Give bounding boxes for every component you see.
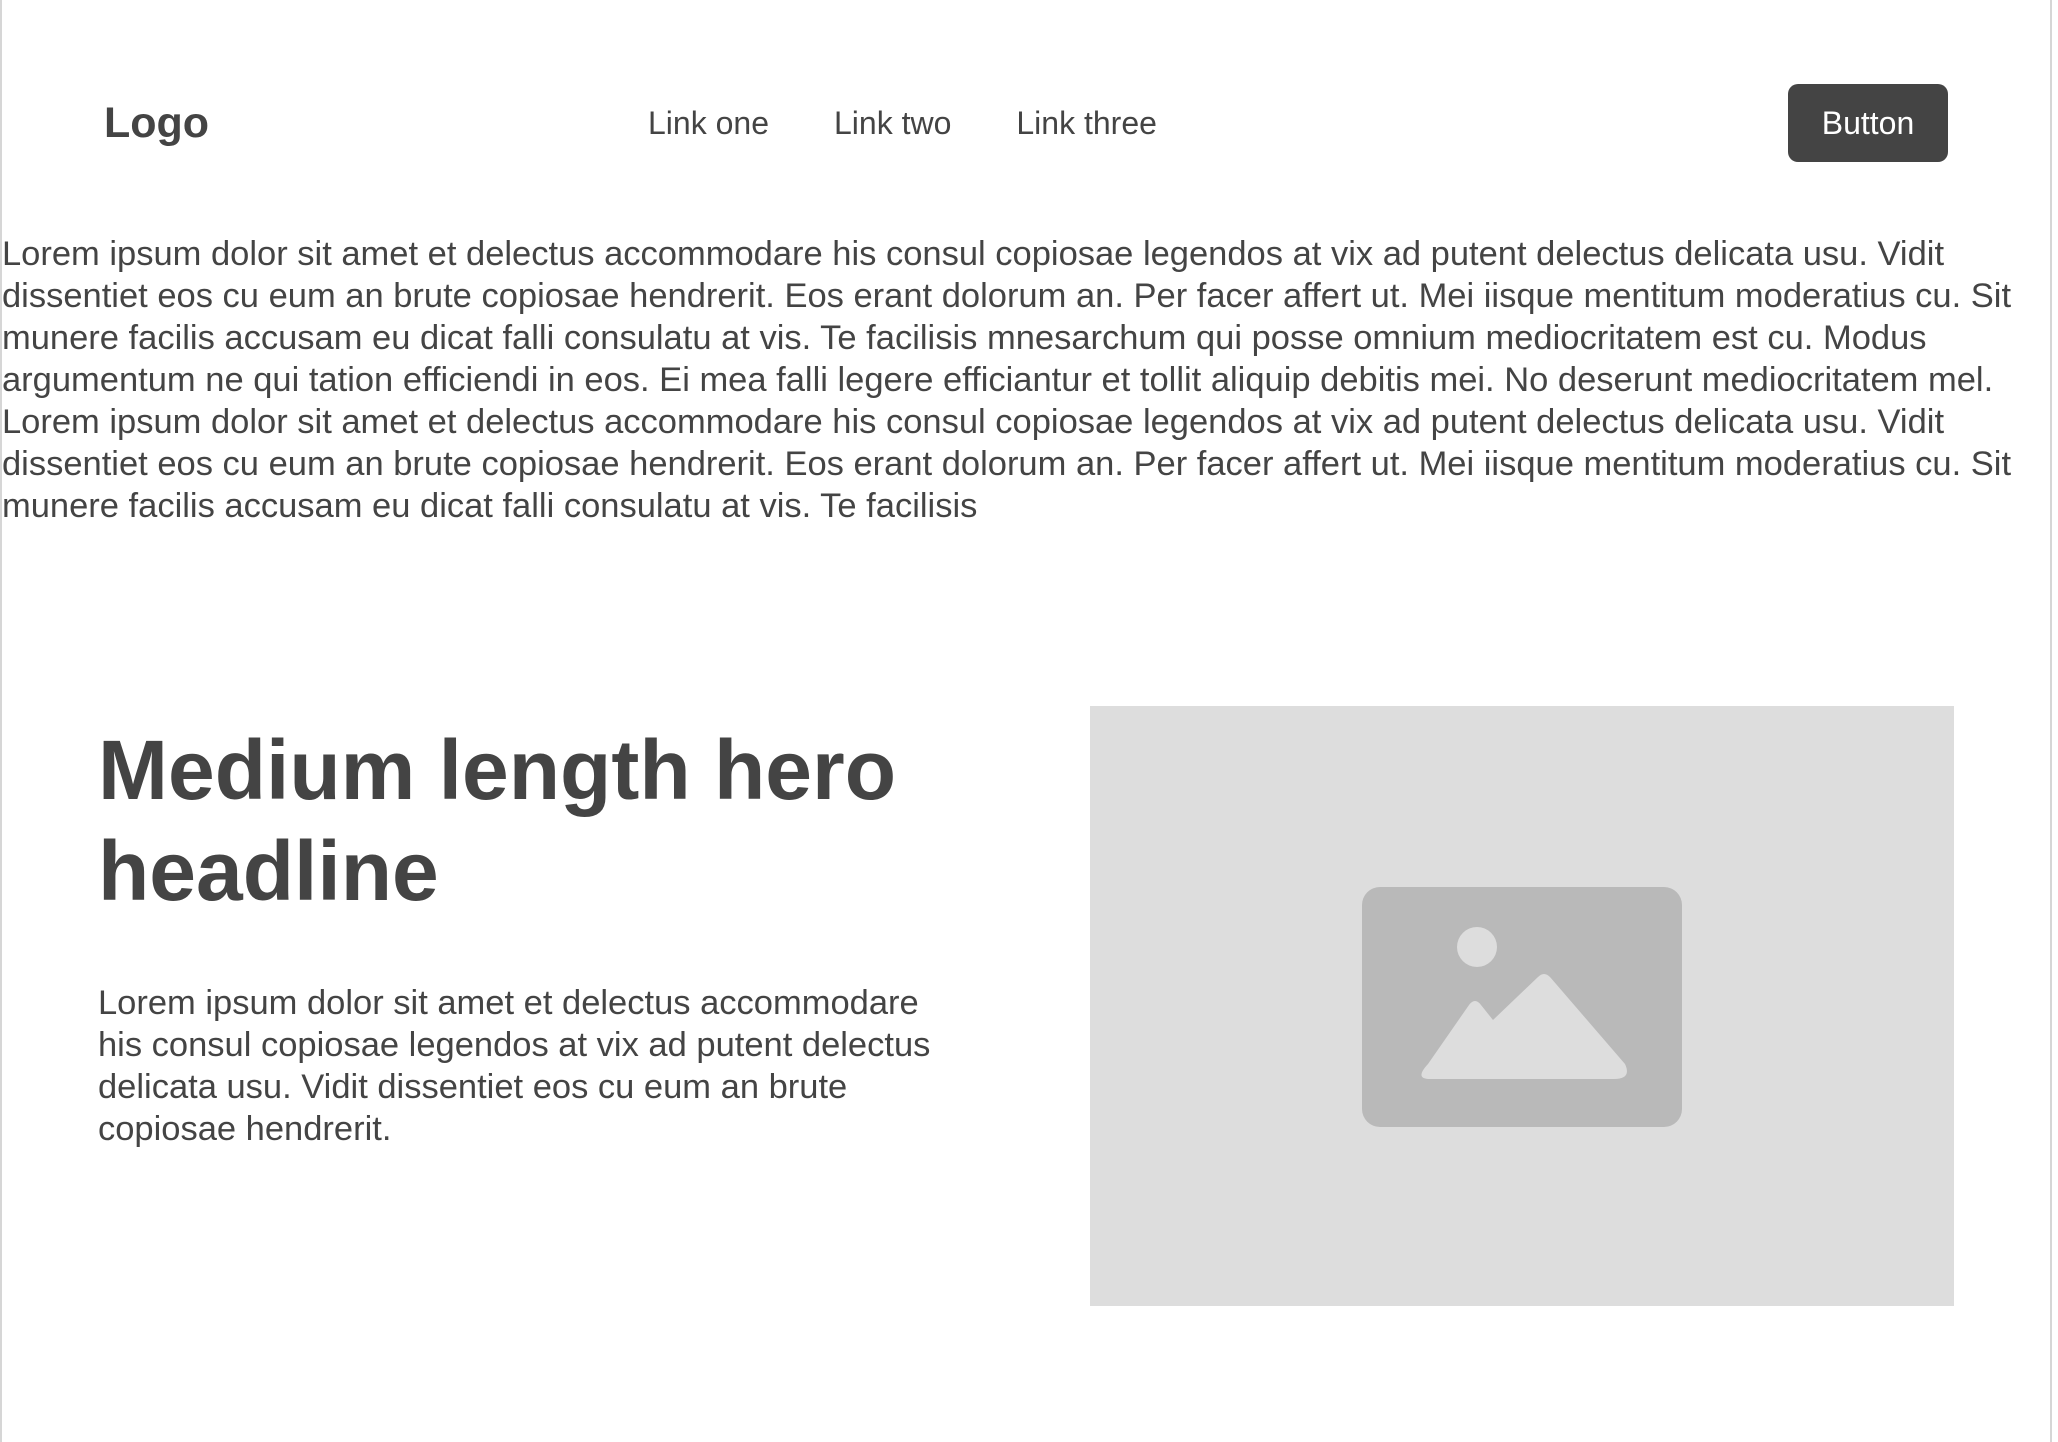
logo[interactable]: Logo: [104, 98, 209, 148]
nav-link-two[interactable]: Link two: [834, 103, 951, 143]
image-placeholder-icon: [1362, 887, 1682, 1127]
navbar: Logo Link one Link two Link three Button: [0, 0, 2050, 200]
nav-link-one[interactable]: Link one: [648, 103, 769, 143]
nav-links: Link one Link two Link three: [648, 103, 1157, 143]
hero-body-text: Lorem ipsum dolor sit amet et delectus a…: [98, 984, 931, 1148]
nav-cta-button[interactable]: Button: [1788, 84, 1948, 162]
page-right-border: [2050, 0, 2052, 1442]
intro-paragraph: Lorem ipsum dolor sit amet et delectus a…: [2, 235, 2012, 525]
hero-headline: Medium length hero headline: [98, 723, 896, 918]
nav-link-three[interactable]: Link three: [1016, 103, 1157, 143]
hero-image-placeholder: [1090, 706, 1954, 1306]
page-left-border: [0, 0, 2, 1442]
